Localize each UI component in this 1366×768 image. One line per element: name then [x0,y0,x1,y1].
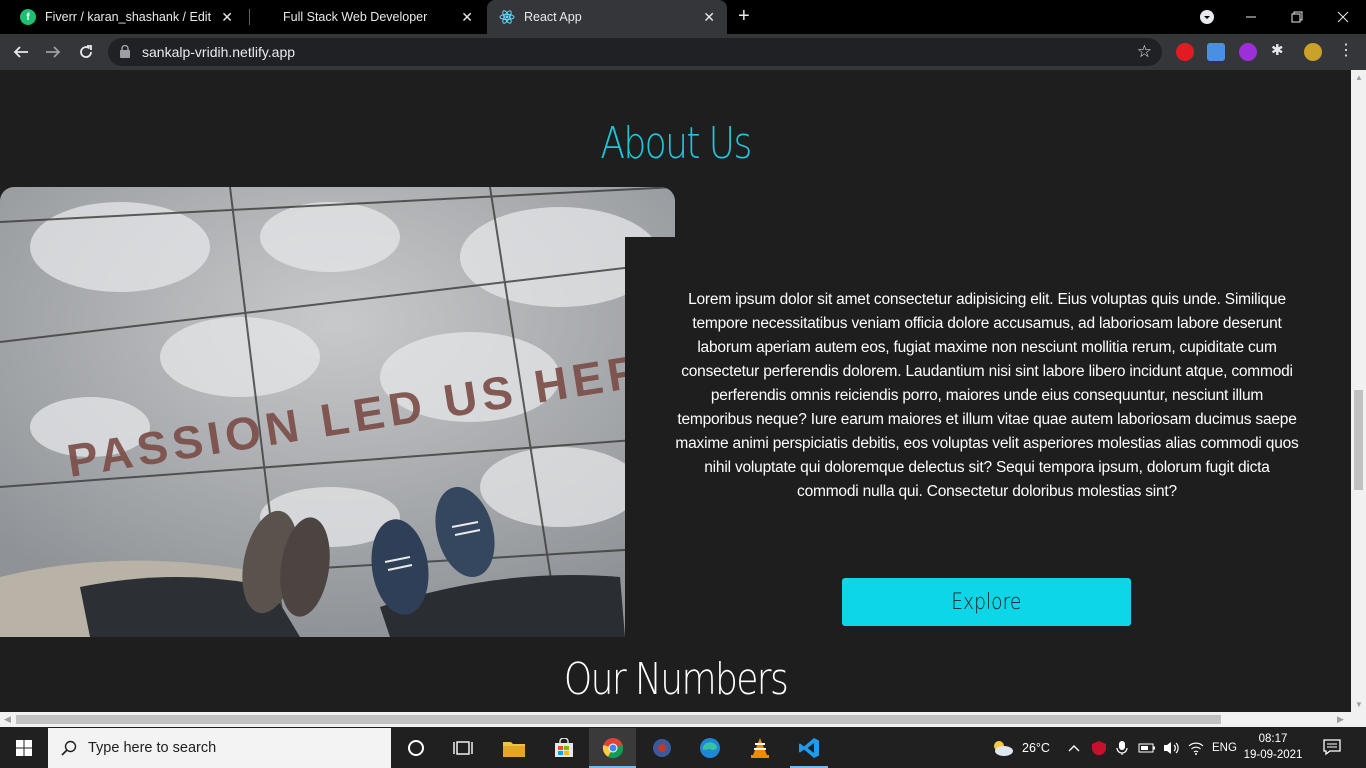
extension-icon-purple[interactable] [1239,43,1257,61]
clock-date: 19-09-2021 [1243,749,1303,761]
explore-button[interactable]: Explore [842,578,1131,626]
scrollbar-corner [1351,712,1366,727]
scroll-up-arrow-icon[interactable]: ▲ [1355,73,1363,82]
windows-taskbar: Type here to search 26°C ENG 08:17 19-09… [0,728,1366,768]
vscode-icon[interactable] [797,736,821,760]
numbers-title: Our Numbers [563,654,789,705]
system-clock[interactable]: 08:17 19-09-2021 [1243,731,1303,763]
bookmark-star-icon[interactable]: ☆ [1137,42,1152,62]
file-explorer-icon[interactable] [502,736,526,760]
edge-icon[interactable] [698,736,722,760]
profile-dropdown-icon[interactable] [1184,0,1230,34]
close-tab-icon[interactable]: ✕ [703,9,715,25]
new-tab-button[interactable]: + [738,6,750,26]
app-icon-globe[interactable] [650,736,674,760]
vertical-scrollbar[interactable]: ▲ ▼ [1351,70,1366,712]
about-description: Lorem ipsum dolor sit amet consectetur a… [675,291,1299,500]
chrome-icon[interactable] [601,736,625,760]
microphone-icon[interactable] [1116,728,1128,768]
volume-icon[interactable] [1163,728,1181,768]
explore-label: Explore [951,589,1022,615]
address-bar[interactable]: sankalp-vridih.netlify.app ☆ [108,38,1162,66]
language-indicator[interactable]: ENG [1212,728,1237,768]
close-tab-icon[interactable]: ✕ [461,9,473,25]
cortana-icon[interactable] [404,736,428,760]
about-title: About Us [600,118,752,169]
forward-icon[interactable] [42,41,64,63]
scroll-down-arrow-icon[interactable]: ▼ [1355,700,1363,709]
vertical-scroll-thumb[interactable] [1354,390,1363,490]
tab-title: Fiverr / karan_shashank / Edit Gig [45,10,215,24]
extension-icon-blue[interactable] [1207,43,1225,61]
close-tab-icon[interactable]: ✕ [221,9,233,25]
weather-temperature: 26°C [1022,741,1050,755]
react-icon [499,9,515,25]
mcafee-tray-icon[interactable] [1091,728,1107,768]
battery-icon[interactable] [1138,728,1156,768]
windows-start-icon[interactable] [0,728,48,768]
reload-icon[interactable] [75,41,97,63]
about-photo: PASSION LED US HERE [0,187,675,637]
wifi-icon[interactable] [1188,728,1204,768]
search-icon [61,740,77,756]
tab-react-app[interactable]: React App ✕ [487,0,727,34]
adblock-extension-icon[interactable] [1176,43,1194,61]
horizontal-scroll-thumb[interactable] [16,715,1221,724]
microsoft-store-icon[interactable] [552,736,576,760]
cloud-sun-icon [994,741,1013,756]
tab-strip: f Fiverr / karan_shashank / Edit Gig ✕ F… [0,0,1366,34]
tab-separator [249,9,250,25]
tray-chevron-icon[interactable] [1068,728,1080,768]
scroll-left-arrow-icon[interactable]: ◀ [4,714,11,725]
tab-full-stack[interactable]: Full Stack Web Developer ✕ [253,0,485,34]
page-content: About Us PASSION LED US HERE Lorem ipsum… [0,70,1351,712]
search-placeholder: Type here to search [88,740,217,756]
horizontal-scrollbar[interactable]: ◀ ▶ [0,712,1351,727]
vlc-icon[interactable] [748,736,772,760]
menu-kebab-icon[interactable]: ⋮ [1337,40,1355,59]
task-view-icon[interactable] [451,736,475,760]
tab-title: React App [524,10,582,24]
profile-avatar-icon[interactable] [1304,43,1322,61]
tab-title: Full Stack Web Developer [283,10,428,24]
fiverr-icon: f [20,9,36,25]
notification-center-icon[interactable] [1323,738,1343,758]
extensions-puzzle-icon[interactable]: ✱ [1271,41,1289,59]
url-text: sankalp-vridih.netlify.app [142,44,296,60]
tab-fiverr[interactable]: f Fiverr / karan_shashank / Edit Gig ✕ [10,0,245,34]
browser-toolbar: sankalp-vridih.netlify.app ☆ ✱ ⋮ [0,34,1366,70]
restore-icon[interactable] [1274,0,1320,34]
taskbar-search-box[interactable]: Type here to search [48,728,391,768]
weather-widget[interactable]: 26°C [990,728,1050,768]
minimize-icon[interactable] [1228,0,1274,34]
back-icon[interactable] [10,41,32,63]
clock-time: 08:17 [1258,733,1288,745]
close-window-icon[interactable] [1320,0,1366,34]
lock-icon [120,45,130,58]
scroll-right-arrow-icon[interactable]: ▶ [1337,714,1344,725]
